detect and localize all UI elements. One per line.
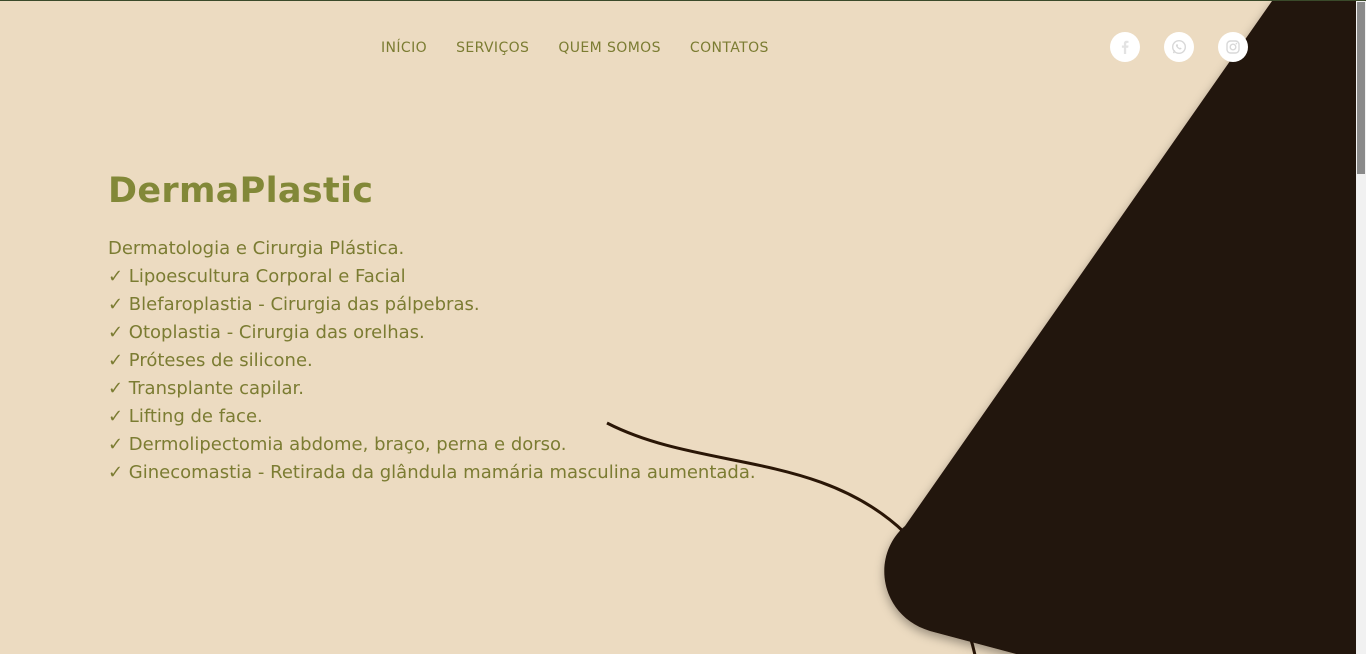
decorative-dark-shape bbox=[884, 1, 1356, 654]
subtitle: Dermatologia e Cirurgia Plástica. bbox=[108, 238, 405, 259]
whatsapp-icon[interactable] bbox=[1164, 32, 1194, 62]
service-item: ✓ Transplante capilar. bbox=[108, 378, 304, 399]
page-title: DermaPlastic bbox=[108, 171, 374, 211]
facebook-icon[interactable] bbox=[1110, 32, 1140, 62]
nav-item-inicio[interactable]: INÍCIO bbox=[381, 39, 427, 57]
service-item: ✓ Blefaroplastia - Cirurgia das pálpebra… bbox=[108, 294, 480, 315]
services-list: Dermatologia e Cirurgia Plástica. ✓ Lipo… bbox=[108, 235, 756, 487]
nav-item-contatos[interactable]: CONTATOS bbox=[690, 39, 769, 57]
service-item: ✓ Lipoescultura Corporal e Facial bbox=[108, 266, 406, 287]
service-item: ✓ Ginecomastia - Retirada da glândula ma… bbox=[108, 462, 756, 483]
social-links bbox=[1110, 32, 1248, 62]
nav-item-quem-somos[interactable]: QUEM SOMOS bbox=[558, 39, 661, 57]
service-item: ✓ Próteses de silicone. bbox=[108, 350, 313, 371]
nav-item-servicos[interactable]: SERVIÇOS bbox=[456, 39, 529, 57]
instagram-icon[interactable] bbox=[1218, 32, 1248, 62]
service-item: ✓ Otoplastia - Cirurgia das orelhas. bbox=[108, 322, 425, 343]
page-scrollbar[interactable] bbox=[1356, 1, 1366, 654]
hero-section: DermaPlastic Dermatologia e Cirurgia Plá… bbox=[108, 169, 756, 487]
scrollbar-thumb[interactable] bbox=[1357, 2, 1365, 174]
main-nav: INÍCIO SERVIÇOS QUEM SOMOS CONTATOS bbox=[381, 39, 769, 57]
service-item: ✓ Dermolipectomia abdome, braço, perna e… bbox=[108, 434, 567, 455]
service-item: ✓ Lifting de face. bbox=[108, 406, 263, 427]
